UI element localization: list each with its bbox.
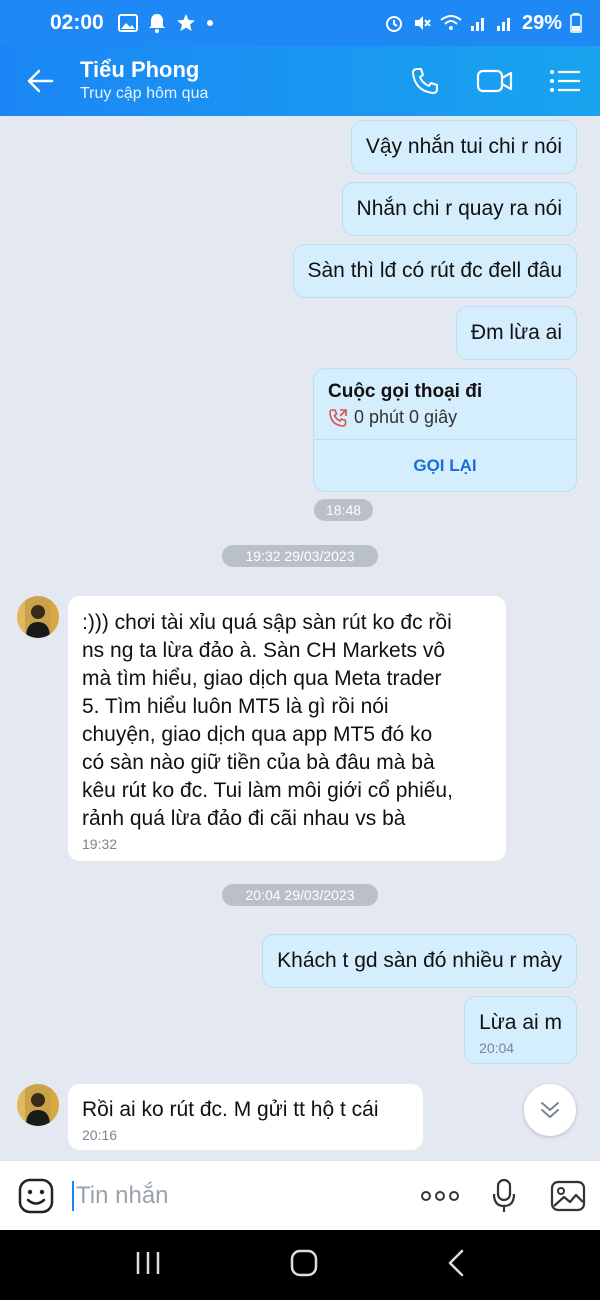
message-text: Sàn thì lđ có rút đc đell đâu [307, 259, 563, 282]
emoji-button[interactable] [0, 1178, 72, 1214]
message-time: 19:32 [82, 836, 118, 852]
voice-record-button[interactable] [472, 1178, 536, 1214]
emoji-icon [18, 1178, 54, 1213]
message-line: mà tìm hiểu, giao dịch qua Meta trader [82, 667, 442, 690]
call-back-button[interactable]: GỌI LẠI [314, 440, 576, 491]
date-separator: 20:04 29/03/2023 [222, 884, 378, 906]
image-icon [550, 1180, 586, 1211]
status-time: 02:00 [50, 11, 104, 34]
message-time: 18:48 [314, 499, 374, 521]
home-icon [290, 1249, 318, 1276]
back-nav-button[interactable] [447, 1249, 465, 1282]
message-time: 20:16 [82, 1127, 118, 1143]
message-text: Lừa ai m [479, 1011, 562, 1034]
message-input[interactable]: Tin nhắn [72, 1180, 408, 1211]
message-line: có sàn nào giữ tiền của bà đâu mà bà [82, 751, 435, 774]
video-call-button[interactable] [460, 46, 530, 116]
incoming-message[interactable]: :))) chơi tài xỉu quá sập sàn rút ko đc … [68, 596, 506, 861]
signal-icon-2 [496, 18, 510, 31]
message-line: :))) chơi tài xỉu quá sập sàn rút ko đc … [82, 611, 452, 634]
avatar[interactable] [17, 596, 59, 638]
text-caret [72, 1180, 74, 1211]
message-time: 20:04 [479, 1040, 515, 1056]
star-icon [176, 14, 195, 31]
video-camera-icon [476, 69, 513, 93]
battery-icon [570, 13, 582, 33]
voice-call-button[interactable] [390, 46, 460, 116]
message-line: chuyện, giao dịch qua app MT5 đó ko [82, 723, 433, 746]
wifi-icon [440, 15, 462, 30]
last-seen: Truy cập hôm qua [80, 85, 209, 102]
message-text: Vậy nhắn tui chi r nói [365, 135, 562, 158]
alarm-icon [385, 16, 402, 32]
message-line: rảnh quá lừa đảo đi cãi nhau vs bà [82, 807, 406, 830]
call-title: Cuộc gọi thoại đi [328, 381, 483, 402]
outgoing-message[interactable]: Khách t gd sàn đó nhiều r mày [262, 934, 577, 988]
gallery-icon [117, 14, 138, 32]
signal-icon [470, 18, 484, 31]
message-text: Rồi ai ko rút đc. M gửi tt hộ t cái [82, 1098, 379, 1121]
outgoing-message[interactable]: Lừa ai m 20:04 [464, 996, 577, 1064]
date-separator: 19:32 29/03/2023 [222, 545, 378, 567]
message-line: 5. Tìm hiểu luôn MT5 là gì rồi nói [82, 695, 389, 718]
more-button[interactable] [408, 1190, 472, 1202]
message-composer: Tin nhắn [0, 1160, 600, 1230]
phone-icon [412, 68, 438, 94]
call-log-card[interactable]: Cuộc gọi thoại đi 0 phút 0 giây GỌI LẠI [313, 368, 577, 492]
recent-apps-button[interactable] [135, 1251, 161, 1280]
chat-header: Tiểu Phong Truy cập hôm qua [0, 46, 600, 116]
microphone-icon [492, 1178, 516, 1212]
chevron-left-icon [449, 1249, 464, 1276]
status-bar: 02:00 29% [0, 0, 600, 46]
message-text: Đm lừa ai [470, 321, 562, 344]
menu-button[interactable] [530, 46, 600, 116]
home-button[interactable] [290, 1249, 318, 1282]
dot-icon [206, 20, 213, 26]
outgoing-call-icon [329, 408, 347, 427]
back-button[interactable] [0, 46, 80, 116]
avatar[interactable] [17, 1084, 59, 1126]
outgoing-message[interactable]: Vậy nhắn tui chi r nói [350, 120, 577, 174]
message-line: kêu rút ko đc. Tui làm môi giới cổ phiếu… [82, 779, 453, 802]
message-text: Nhắn chi r quay ra nói [356, 197, 562, 220]
outgoing-message[interactable]: Nhắn chi r quay ra nói [341, 182, 577, 236]
incoming-message[interactable]: Rồi ai ko rút đc. M gửi tt hộ t cái 20:1… [68, 1084, 423, 1150]
scroll-to-bottom-button[interactable] [524, 1084, 576, 1136]
send-image-button[interactable] [536, 1180, 600, 1212]
contact-info[interactable]: Tiểu Phong Truy cập hôm qua [80, 57, 390, 105]
outgoing-message[interactable]: Sàn thì lđ có rút đc đell đâu [292, 244, 577, 298]
message-list[interactable]: Vậy nhắn tui chi r nói Nhắn chi r quay r… [0, 116, 600, 1160]
bell-icon [148, 14, 165, 33]
more-dots-icon [421, 1190, 459, 1201]
mute-icon [414, 16, 431, 30]
recent-apps-icon [136, 1251, 159, 1274]
message-text: Khách t gd sàn đó nhiều r mày [277, 949, 562, 972]
chevron-double-down-icon [541, 1102, 559, 1118]
call-duration: 0 phút 0 giây [354, 407, 458, 427]
message-line: ns ng ta lừa đảo à. Sàn CH Markets vô [82, 639, 446, 662]
input-placeholder: Tin nhắn [76, 1181, 169, 1209]
battery-percent: 29% [521, 11, 562, 34]
arrow-left-icon [27, 69, 54, 93]
outgoing-message[interactable]: Đm lừa ai [455, 306, 577, 360]
contact-name: Tiểu Phong [80, 57, 200, 82]
list-menu-icon [550, 70, 580, 92]
system-nav-bar [0, 1230, 600, 1300]
